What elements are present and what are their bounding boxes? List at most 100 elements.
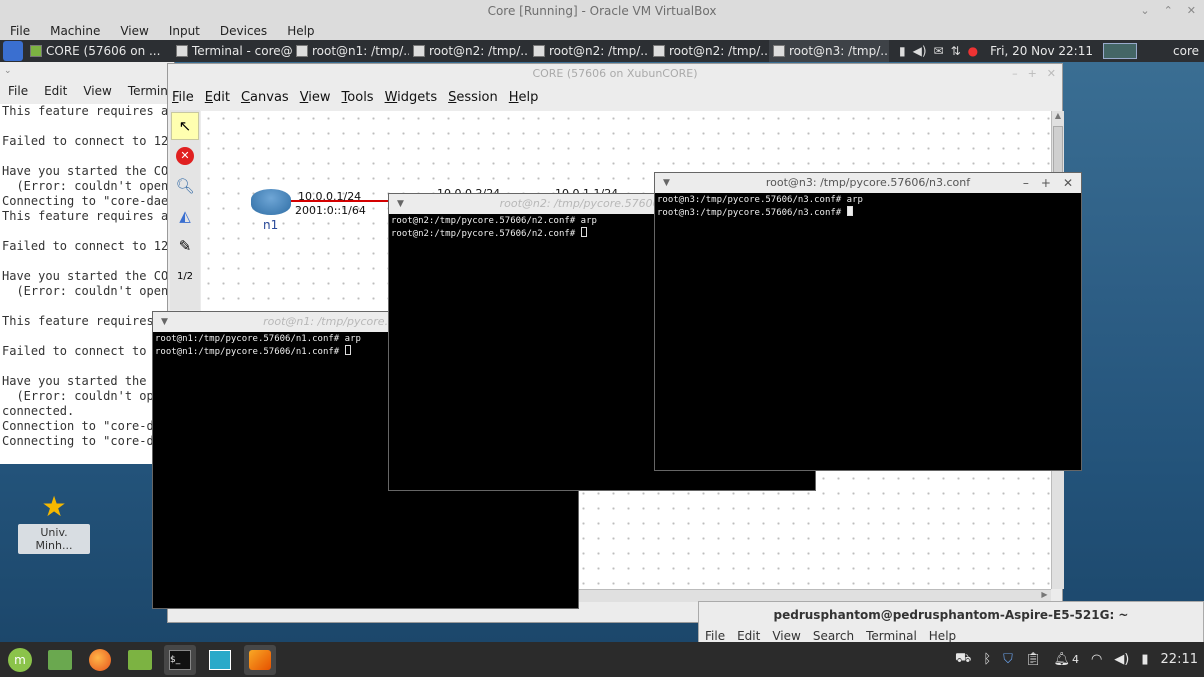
core-toolbar: ↖ ✕ 🔍︎ ◭ ✎ 1/2 [170,110,200,310]
task-term-n2[interactable]: root@n2: /tmp/... [409,40,529,62]
vbox-menu-devices[interactable]: Devices [210,22,277,40]
menu-file[interactable]: File [0,84,36,98]
mail-icon[interactable]: ✉ [934,44,944,58]
window-menu-icon[interactable]: ⌄ [4,66,12,76]
notifications-icon[interactable]: 🔔︎ 4 [1053,652,1079,667]
terminal-n3-window: ▼ root@n3: /tmp/pycore.57606/n3.conf – + ✕… [654,172,1082,471]
task-core[interactable]: CORE (57606 on ... [26,40,172,62]
mint-menu-icon[interactable]: m [4,645,36,675]
window-menu-icon[interactable]: ▼ [397,194,404,214]
vbox-menu-help[interactable]: Help [277,22,324,40]
task-term-n2-b[interactable]: root@n2: /tmp/... [529,40,649,62]
terminal-app-icon[interactable]: $_ [164,644,196,675]
bluetooth-icon[interactable]: ᛒ [983,652,991,667]
core-title: CORE (57606 on XubunCORE) [532,67,698,80]
window-menu-icon[interactable]: ▼ [161,312,168,332]
router-n1-icon[interactable] [251,189,291,215]
minimize-button[interactable]: ⌄ [1140,0,1149,22]
minimize-button[interactable]: – [1012,64,1018,84]
task-terminal-core[interactable]: Terminal - core@... [172,40,292,62]
guest-clock[interactable]: Fri, 20 Nov 22:11 [990,44,1093,58]
stop-icon[interactable]: ✕ [171,142,199,170]
plot-icon[interactable]: ◭ [171,202,199,230]
task-term-n3[interactable]: root@n3: /tmp/... [769,40,889,62]
app-menu-icon[interactable] [3,41,23,61]
battery-icon[interactable]: ▮ [1141,652,1148,667]
star-icon: ★ [41,490,67,523]
virtualbox-icon[interactable] [244,644,276,675]
vbox-menu-machine[interactable]: Machine [40,22,110,40]
menu-terminal[interactable]: Terminal [860,629,923,643]
workspace-switcher-icon[interactable] [1102,43,1137,59]
marker-icon[interactable]: ✎ [171,232,199,260]
menu-edit[interactable]: Edit [731,629,766,643]
menu-search[interactable]: Search [807,629,860,643]
guest-top-panel: CORE (57606 on ... Terminal - core@... r… [0,40,1204,62]
core-menu-edit[interactable]: Edit [201,90,234,105]
maximize-button[interactable]: + [1028,64,1037,84]
alert-icon[interactable]: ● [968,44,978,58]
volume-icon[interactable]: ◀) [1114,652,1129,667]
shield-icon[interactable]: ⛉ [1003,652,1013,667]
core-menu-tools[interactable]: Tools [338,90,378,105]
core-titlebar: CORE (57606 on XubunCORE) – + ✕ [168,64,1062,84]
terminal-icon [413,45,425,57]
drive-icon[interactable]: ⛟ [955,651,971,668]
battery-icon[interactable]: ▮ [899,44,906,58]
close-button[interactable]: ✕ [1063,173,1073,193]
network-icon[interactable]: ⇅ [951,44,961,58]
host-taskbar: m $_ ⛟ ᛒ ⛉ 📋︎ 🔔︎ 4 ◠ ◀) ▮ 22:11 [0,642,1204,677]
core-menu-file[interactable]: File [168,90,198,105]
window-menu-icon[interactable]: ▼ [663,173,670,193]
system-monitor-icon[interactable] [204,645,236,675]
core-menu-help[interactable]: Help [505,90,543,105]
task-term-n2-c[interactable]: root@n2: /tmp/... [649,40,769,62]
core-menubar: File Edit Canvas View Tools Widgets Sess… [168,85,1062,109]
core-menu-view[interactable]: View [296,90,335,105]
cursor [344,345,351,355]
maximize-button[interactable]: ⌃ [1164,0,1173,22]
minimize-button[interactable]: – [1023,173,1029,193]
maximize-button[interactable]: + [1041,173,1051,193]
desktop-icon-univ[interactable]: ★ Univ. Minh... [18,492,90,554]
volume-icon[interactable]: ◀) [913,44,927,58]
terminal-icon [533,45,545,57]
close-button[interactable]: ✕ [1047,64,1056,84]
vbox-menubar: File Machine View Input Devices Help [0,22,1204,40]
menu-help[interactable]: Help [923,629,962,643]
core-menu-session[interactable]: Session [444,90,502,105]
menu-file[interactable]: File [699,629,731,643]
two-node-tool-icon[interactable]: 1/2 [171,262,199,290]
terminal-icon [773,45,785,57]
task-term-n1[interactable]: root@n1: /tmp/... [292,40,409,62]
guest-user[interactable]: core [1173,44,1199,58]
vbox-menu-file[interactable]: File [0,22,40,40]
firefox-icon[interactable] [84,645,116,675]
menu-edit[interactable]: Edit [36,84,75,98]
wifi-icon[interactable]: ◠ [1091,652,1102,667]
log-terminal-window: ⌄ File Edit View Terminal This feature r… [0,62,179,464]
host-terminal-title: pedrusphantom@pedrusphantom-Aspire-E5-52… [773,608,1129,622]
terminal-icon [653,45,665,57]
taskbar-clock[interactable]: 22:11 [1161,652,1198,667]
cursor [580,227,587,237]
files-icon[interactable] [124,645,156,675]
show-desktop-icon[interactable] [44,645,76,675]
cursor [846,206,853,216]
vbox-menu-input[interactable]: Input [159,22,210,40]
menu-view[interactable]: View [766,629,806,643]
log-terminal-menubar: File Edit View Terminal [0,84,179,98]
terminal-icon [296,45,308,57]
desktop-icon-label: Univ. Minh... [18,524,90,554]
log-terminal-output[interactable]: This feature requires a Failed to connec… [0,104,175,464]
observer-icon[interactable]: 🔍︎ [171,172,199,200]
vbox-menu-view[interactable]: View [110,22,158,40]
close-button[interactable]: ✕ [1187,0,1196,22]
core-menu-canvas[interactable]: Canvas [237,90,293,105]
terminal-n3-output[interactable]: root@n3:/tmp/pycore.57606/n3.conf# arp r… [655,193,1081,470]
menu-view[interactable]: View [75,84,119,98]
clipboard-icon[interactable]: 📋︎ [1025,652,1042,667]
core-menu-widgets[interactable]: Widgets [381,90,442,105]
host-terminal-menubar: File Edit View Search Terminal Help [699,629,1203,643]
select-tool-icon[interactable]: ↖ [171,112,199,140]
